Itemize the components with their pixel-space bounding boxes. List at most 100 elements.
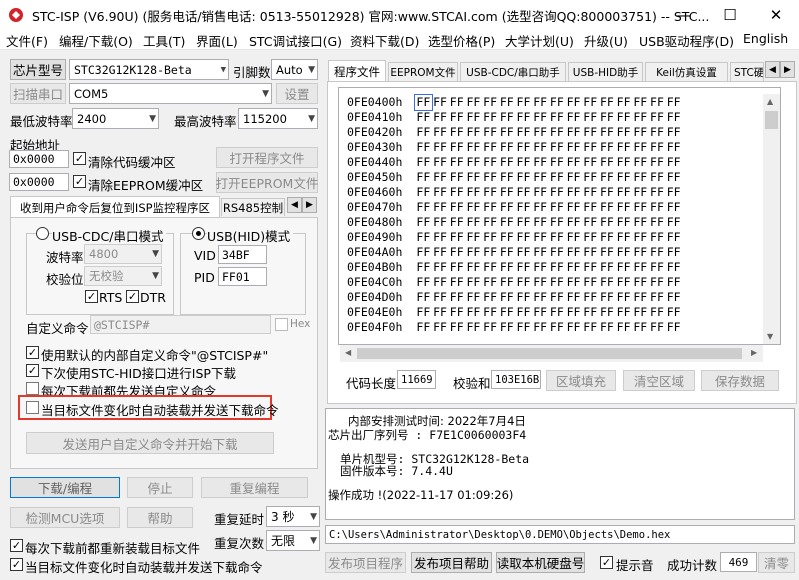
hex-byte[interactable]: FF	[665, 110, 682, 125]
hex-byte[interactable]: FF	[515, 215, 532, 230]
tab-usb-cdc-helper[interactable]: USB-CDC/串口助手	[460, 62, 566, 81]
hex-byte[interactable]: FF	[432, 215, 449, 230]
menu-program[interactable]: 编程/下载(O)	[59, 31, 133, 50]
hex-byte[interactable]: FF	[649, 155, 666, 170]
hex-byte[interactable]: FF	[665, 260, 682, 275]
hex-byte[interactable]: FF	[432, 125, 449, 140]
hex-byte[interactable]: FF	[665, 155, 682, 170]
hex-byte[interactable]: FF	[532, 275, 549, 290]
hex-byte[interactable]: FF	[498, 125, 515, 140]
hex-byte[interactable]: FF	[482, 125, 499, 140]
hex-byte[interactable]: FF	[415, 170, 432, 185]
clear-eeprom-checkbox[interactable]: ✓	[73, 175, 86, 188]
hex-byte[interactable]: FF	[599, 275, 616, 290]
hex-byte[interactable]: FF	[615, 140, 632, 155]
stop-button[interactable]: 停止	[127, 477, 193, 498]
hex-byte[interactable]: FF	[482, 95, 499, 110]
hex-byte[interactable]: FF	[632, 230, 649, 245]
hex-byte[interactable]: FF	[582, 95, 599, 110]
hex-byte[interactable]: FF	[482, 170, 499, 185]
hex-byte[interactable]: FF	[599, 245, 616, 260]
hex-byte[interactable]: FF	[498, 305, 515, 320]
hex-byte[interactable]: FF	[415, 215, 432, 230]
hex-byte[interactable]: FF	[565, 185, 582, 200]
hex-byte[interactable]: FF	[632, 260, 649, 275]
hex-byte[interactable]: FF	[549, 140, 566, 155]
hex-byte[interactable]: FF	[465, 320, 482, 335]
hex-byte[interactable]: FF	[632, 275, 649, 290]
hex-byte[interactable]: FF	[465, 140, 482, 155]
hex-byte[interactable]: FF	[498, 245, 515, 260]
tab-program-file[interactable]: 程序文件	[328, 60, 386, 82]
tab-scroll-right-icon[interactable]: ▶	[302, 197, 317, 213]
dtr-checkbox[interactable]: ✓	[126, 290, 139, 303]
hex-byte[interactable]: FF	[665, 275, 682, 290]
help-button[interactable]: 帮助	[127, 507, 193, 528]
hex-byte[interactable]: FF	[415, 140, 432, 155]
fill-area-button[interactable]: 区域填充	[546, 370, 616, 391]
hex-byte[interactable]: FF	[565, 305, 582, 320]
hex-byte[interactable]: FF	[549, 290, 566, 305]
hex-byte[interactable]: FF	[515, 185, 532, 200]
hex-byte[interactable]: FF	[665, 245, 682, 260]
hex-byte[interactable]: FF	[565, 95, 582, 110]
hex-byte[interactable]: FF	[448, 275, 465, 290]
hex-byte[interactable]: FF	[615, 185, 632, 200]
hex-byte[interactable]: FF	[649, 275, 666, 290]
hex-byte[interactable]: FF	[649, 290, 666, 305]
hex-byte[interactable]: FF	[448, 170, 465, 185]
repeat-program-button[interactable]: 重复编程	[201, 477, 308, 498]
min-baud-select[interactable]: 2400 ▼	[72, 108, 159, 129]
settings-button[interactable]: 设置	[276, 83, 318, 104]
hex-byte[interactable]: FF	[599, 170, 616, 185]
hex-byte[interactable]: FF	[515, 245, 532, 260]
hex-byte[interactable]: FF	[415, 320, 432, 335]
reload-before-download-checkbox[interactable]: ✓	[10, 539, 23, 552]
hex-byte[interactable]: FF	[549, 275, 566, 290]
hex-byte[interactable]: FF	[532, 125, 549, 140]
hex-byte[interactable]: FF	[549, 185, 566, 200]
hex-byte[interactable]: FF	[649, 95, 666, 110]
hex-byte[interactable]: FF	[515, 320, 532, 335]
hex-byte[interactable]: FF	[532, 155, 549, 170]
hex-byte[interactable]: FF	[448, 305, 465, 320]
hex-byte[interactable]: FF	[515, 290, 532, 305]
hex-byte[interactable]: FF	[549, 260, 566, 275]
hex-byte[interactable]: FF	[465, 260, 482, 275]
hex-byte[interactable]: FF	[565, 170, 582, 185]
hex-byte[interactable]: FF	[482, 200, 499, 215]
hex-byte[interactable]: FF	[415, 260, 432, 275]
hex-byte[interactable]: FF	[465, 290, 482, 305]
hex-byte[interactable]: FF	[582, 305, 599, 320]
hex-byte[interactable]: FF	[532, 305, 549, 320]
hex-byte[interactable]: FF	[599, 200, 616, 215]
hex-byte[interactable]: FF	[599, 140, 616, 155]
hex-byte[interactable]: FF	[599, 185, 616, 200]
tab-keil-settings[interactable]: Keil仿真设置	[645, 62, 728, 81]
hex-byte[interactable]: FF	[599, 110, 616, 125]
hex-byte[interactable]: FF	[582, 200, 599, 215]
hex-byte[interactable]: FF	[415, 290, 432, 305]
custom-command-input[interactable]: @STCISP#	[90, 315, 271, 334]
hex-byte[interactable]: FF	[532, 245, 549, 260]
hex-byte[interactable]: FF	[515, 170, 532, 185]
hex-byte[interactable]: FF	[448, 245, 465, 260]
send-custom-command-button[interactable]: 发送用户自定义命令并开始下载	[26, 432, 274, 454]
chip-model-button[interactable]: 芯片型号	[10, 59, 66, 80]
hex-byte[interactable]: FF	[482, 140, 499, 155]
hex-byte[interactable]: FF	[515, 155, 532, 170]
hex-byte[interactable]: FF	[465, 275, 482, 290]
hex-byte[interactable]: FF	[415, 125, 432, 140]
menu-tools[interactable]: 工具(T)	[143, 31, 185, 50]
hex-byte[interactable]: FF	[498, 290, 515, 305]
vertical-scrollbar[interactable]: ▲ ▼	[763, 94, 780, 344]
hex-byte[interactable]: FF	[599, 230, 616, 245]
hex-byte[interactable]: FF	[498, 230, 515, 245]
menu-interface[interactable]: 界面(L)	[196, 31, 238, 50]
hex-byte[interactable]: FF	[448, 215, 465, 230]
hex-byte[interactable]: FF	[448, 110, 465, 125]
hex-byte[interactable]: FF	[432, 110, 449, 125]
hex-byte[interactable]: FF	[599, 125, 616, 140]
vid-input[interactable]: 34BF	[218, 245, 267, 264]
hex-byte[interactable]: FF	[649, 200, 666, 215]
